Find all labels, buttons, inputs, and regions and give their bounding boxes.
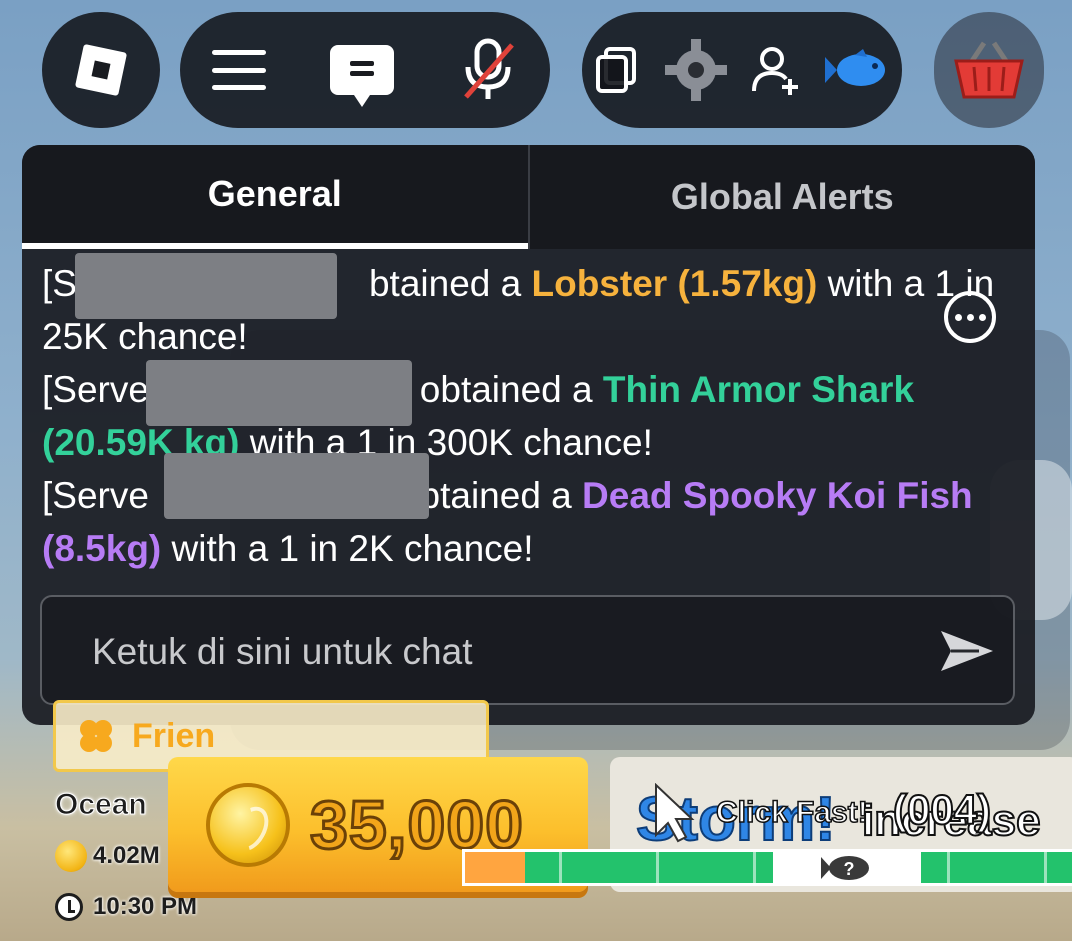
roblox-menu-button[interactable]	[42, 12, 160, 128]
time-display: 10:30 PM	[55, 893, 197, 921]
cursor-arrow-icon	[655, 783, 695, 843]
reel-progress-bar[interactable]: ?	[462, 849, 1072, 886]
redacted-username	[146, 360, 412, 426]
more-options-button[interactable]	[944, 291, 996, 343]
coin-icon	[55, 840, 87, 872]
reel-ticks	[465, 852, 1072, 883]
friend-luck-label: Frien	[132, 716, 216, 755]
coin-icon	[206, 782, 290, 867]
add-friend-icon[interactable]	[750, 43, 804, 97]
money-amount: 4.02M	[93, 842, 160, 869]
send-icon[interactable]	[939, 629, 995, 673]
message-text: 9 obtained a	[388, 369, 603, 410]
chat-input-box[interactable]	[40, 595, 1015, 705]
message-prefix: [S	[42, 263, 77, 304]
menu-icon[interactable]	[212, 50, 266, 90]
chat-icon[interactable]	[330, 45, 394, 107]
time-value: 10:30 PM	[93, 893, 198, 920]
click-counter: (004)	[892, 785, 992, 834]
fish-name: Lobster (1.57kg)	[531, 263, 818, 304]
roblox-logo-icon	[74, 43, 128, 97]
svg-text:?: ?	[844, 859, 855, 879]
redacted-username	[164, 453, 429, 519]
gear-icon[interactable]	[661, 35, 731, 105]
topbar-group	[180, 12, 550, 128]
topbar-actions	[582, 12, 902, 128]
location-label: Ocean	[55, 788, 148, 822]
fish-icon[interactable]	[823, 45, 893, 95]
click-fast-label: Click Fast!	[715, 795, 868, 830]
redacted-username	[75, 253, 337, 319]
basket-icon	[954, 41, 1024, 99]
tab-global-alerts[interactable]: Global Alerts	[527, 145, 1036, 249]
copy-icon[interactable]	[592, 45, 642, 95]
message-text: with a 1 in 2K chance!	[161, 528, 534, 569]
message-prefix: [Serve	[42, 369, 149, 410]
mic-muted-icon[interactable]	[458, 37, 518, 103]
reel-fish-marker: ?	[773, 852, 921, 883]
message-prefix: [Serve	[42, 475, 149, 516]
chat-input[interactable]	[90, 621, 854, 683]
money-display: 4.02M	[55, 840, 160, 872]
message-text: btained a	[368, 263, 532, 304]
clock-icon	[55, 893, 83, 921]
clover-icon	[80, 720, 112, 752]
chat-tabs: General Global Alerts	[22, 145, 1035, 249]
fish-icon: ?	[821, 856, 869, 880]
chat-window: General Global Alerts [S btained a Lobste…	[22, 145, 1035, 725]
tab-general[interactable]: General	[22, 145, 528, 249]
shop-button[interactable]	[934, 12, 1044, 128]
